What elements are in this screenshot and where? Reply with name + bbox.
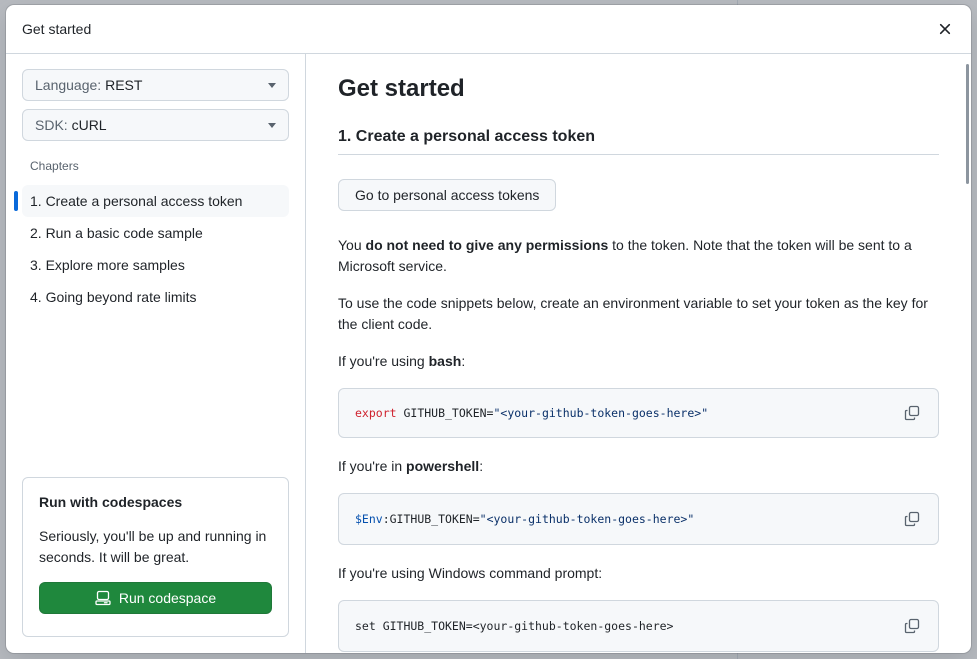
- language-value: REST: [105, 77, 143, 93]
- content-pane: Get started 1. Create a personal access …: [306, 54, 971, 653]
- language-select-text: Language: REST: [35, 77, 142, 93]
- scrollbar-thumb[interactable]: [966, 64, 969, 184]
- section-title: 1. Create a personal access token: [338, 128, 939, 155]
- left-pane: Language: REST SDK: cURL Chapters 1. Cre…: [6, 54, 306, 653]
- code-text: :GITHUB_TOKEN=: [382, 512, 480, 526]
- close-icon: [939, 23, 951, 35]
- codespaces-icon: [95, 590, 111, 606]
- copy-button[interactable]: [902, 509, 922, 529]
- language-label: Language:: [35, 77, 102, 93]
- permissions-note: You do not need to give any permissions …: [338, 235, 939, 277]
- env-variable-note: To use the code snippets below, create a…: [338, 295, 928, 332]
- dialog-body: Language: REST SDK: cURL Chapters 1. Cre…: [6, 54, 971, 653]
- chapter-label: 1. Create a personal access token: [30, 193, 243, 209]
- chapter-label: 2. Run a basic code sample: [30, 225, 203, 241]
- dialog-title: Get started: [22, 21, 92, 37]
- codespace-card: Run with codespaces Seriously, you'll be…: [22, 477, 289, 637]
- cmd-label: If you're using Windows command prompt:: [338, 565, 603, 581]
- copy-button[interactable]: [902, 403, 922, 423]
- cmd-code-block: set GITHUB_TOKEN=<your-github-token-goes…: [338, 600, 939, 652]
- bash-label: If you're using bash:: [338, 351, 939, 372]
- personal-access-tokens-button[interactable]: Go to personal access tokens: [338, 179, 557, 211]
- chapter-create-token[interactable]: 1. Create a personal access token: [14, 185, 289, 217]
- get-started-dialog: Get started Language: REST SDK: cURL Cha…: [6, 5, 971, 653]
- language-select[interactable]: Language: REST: [22, 69, 289, 101]
- copy-icon: [904, 405, 920, 421]
- text-bold: powershell: [406, 458, 480, 474]
- caret-down-icon: [268, 82, 276, 88]
- code-string: "<your-github-token-goes-here>": [479, 512, 695, 526]
- sdk-label: SDK:: [35, 117, 68, 133]
- text-fragment: :: [479, 458, 484, 474]
- close-button[interactable]: [931, 15, 959, 43]
- code-line: $Env:GITHUB_TOKEN="<your-github-token-go…: [355, 512, 694, 526]
- powershell-label: If you're in powershell:: [338, 456, 939, 477]
- page-title: Get started: [338, 75, 465, 102]
- run-codespace-label: Run codespace: [118, 590, 217, 606]
- chapters-heading: Chapters: [30, 159, 79, 173]
- chapter-label: 4. Going beyond rate limits: [30, 289, 197, 305]
- powershell-code-block: $Env:GITHUB_TOKEN="<your-github-token-go…: [338, 493, 939, 545]
- codespace-title: Run with codespaces: [39, 494, 183, 510]
- content-scrollbar[interactable]: [963, 64, 971, 184]
- code-line: set GITHUB_TOKEN=<your-github-token-goes…: [355, 619, 674, 633]
- chapter-rate-limits[interactable]: 4. Going beyond rate limits: [22, 281, 289, 313]
- text-bold: do not need to give any permissions: [365, 237, 609, 253]
- sdk-select[interactable]: SDK: cURL: [22, 109, 289, 141]
- text-fragment: If you're using: [338, 353, 429, 369]
- dialog-header: Get started: [6, 5, 971, 54]
- text-fragment: You: [338, 237, 366, 253]
- text-bold: bash: [428, 353, 462, 369]
- code-keyword: export: [355, 406, 397, 420]
- code-line: export GITHUB_TOKEN="<your-github-token-…: [355, 406, 708, 420]
- copy-icon: [904, 618, 920, 634]
- text-fragment: If you're in: [338, 458, 407, 474]
- sdk-value: cURL: [71, 117, 107, 133]
- code-text: GITHUB_TOKEN=: [396, 406, 494, 420]
- run-codespace-button[interactable]: Run codespace: [39, 582, 272, 614]
- caret-down-icon: [268, 122, 276, 128]
- copy-button[interactable]: [902, 616, 922, 636]
- codespace-description: Seriously, you'll be up and running in s…: [39, 528, 267, 565]
- copy-icon: [904, 511, 920, 527]
- chapter-explore-samples[interactable]: 3. Explore more samples: [22, 249, 289, 281]
- text-fragment: :: [461, 353, 466, 369]
- chapter-label: 3. Explore more samples: [30, 257, 185, 273]
- bash-code-block: export GITHUB_TOKEN="<your-github-token-…: [338, 388, 939, 438]
- code-string: "<your-github-token-goes-here>": [493, 406, 709, 420]
- code-variable: $Env: [355, 512, 383, 526]
- sdk-select-text: SDK: cURL: [35, 117, 107, 133]
- chapter-run-sample[interactable]: 2. Run a basic code sample: [22, 217, 289, 249]
